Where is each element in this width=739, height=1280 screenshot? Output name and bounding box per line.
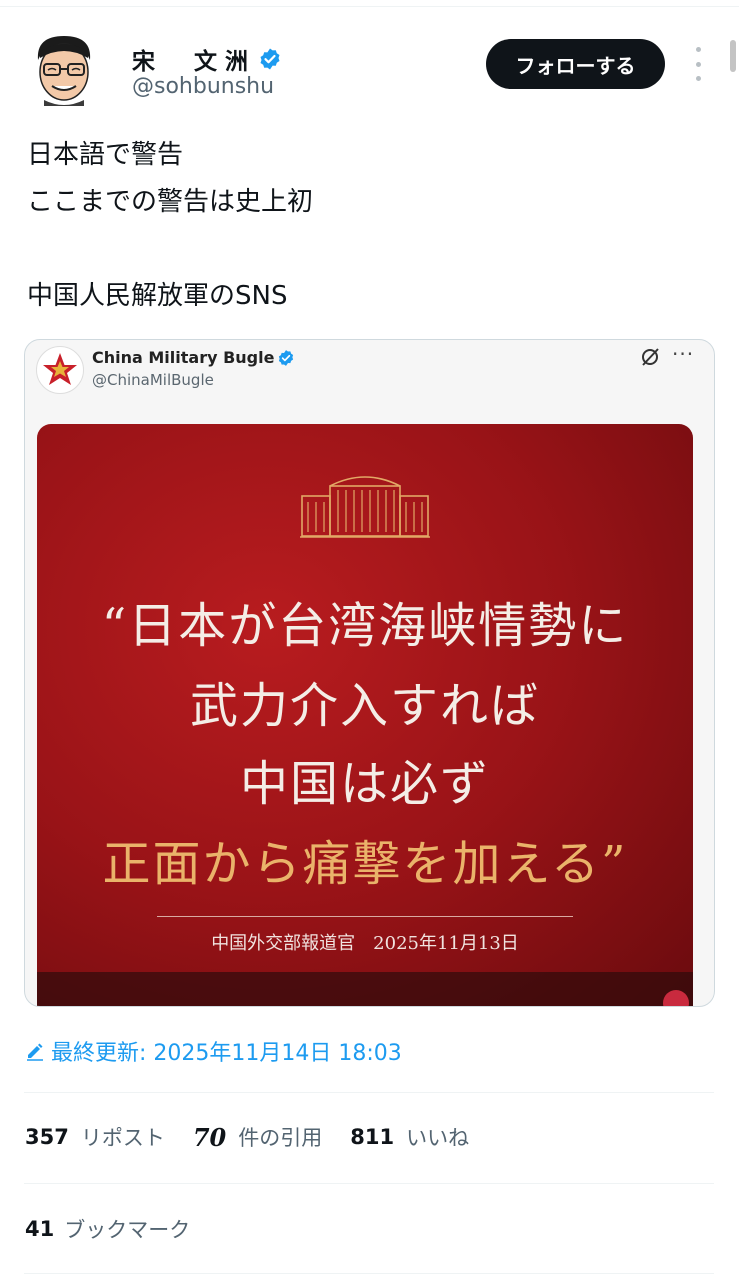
quoted-name-row: China Military Bugle bbox=[92, 348, 295, 367]
likes-count[interactable]: 811 bbox=[350, 1125, 394, 1149]
quoted-author-name: China Military Bugle bbox=[92, 348, 275, 367]
tweet-line: 日本語で警告 bbox=[27, 140, 184, 170]
poster-divider bbox=[157, 916, 573, 917]
author-avatar[interactable] bbox=[30, 30, 98, 106]
quotes-label[interactable]: 件の引用 bbox=[238, 1122, 322, 1152]
divider bbox=[24, 1273, 714, 1274]
scrollbar[interactable] bbox=[730, 40, 736, 72]
poster-quote-line: 中国は必ず bbox=[239, 756, 490, 812]
poster-image: “日本が台湾海峡情勢に 武力介入すれば 中国は必ず 正面から痛撃を加える” 中国… bbox=[37, 424, 693, 1006]
bookmarks-label[interactable]: ブックマーク bbox=[64, 1214, 190, 1244]
pencil-icon bbox=[27, 1043, 43, 1061]
poster-quote-line: “日本が台湾海峡情勢に bbox=[101, 598, 629, 654]
author-handle[interactable]: @sohbunshu bbox=[132, 74, 274, 99]
tweet-line: ここまでの警告は史上初 bbox=[27, 187, 314, 217]
verified-badge-icon bbox=[260, 48, 280, 70]
poster-bottom-band bbox=[37, 972, 693, 1006]
bookmarks-count[interactable]: 41 bbox=[25, 1217, 54, 1241]
divider bbox=[24, 1183, 714, 1184]
poster-quote-line: 武力介入すれば bbox=[189, 678, 540, 734]
grok-icon bbox=[642, 348, 659, 366]
reposts-count[interactable]: 357 bbox=[25, 1125, 69, 1149]
bookmarks-stat[interactable]: 41 ブックマーク bbox=[25, 1214, 190, 1244]
quoted-author-handle: @ChinaMilBugle bbox=[92, 371, 214, 389]
last-updated-link[interactable]: 最終更新: 2025年11月14日 18:03 bbox=[25, 1035, 402, 1067]
quotes-count[interactable]: 70 bbox=[193, 1123, 226, 1152]
last-updated-text[interactable]: 最終更新: 2025年11月14日 18:03 bbox=[51, 1035, 402, 1067]
poster-quote-line-highlight: 正面から痛撃を加える” bbox=[102, 836, 628, 892]
poster-attribution: 中国外交部報道官 2025年11月13日 bbox=[211, 933, 519, 954]
author-name-row[interactable]: 宋 文洲 bbox=[132, 42, 282, 76]
likes-label[interactable]: いいね bbox=[406, 1122, 469, 1152]
red-star-avatar bbox=[36, 346, 84, 394]
embedded-image-card[interactable]: China Military Bugle @ChinaMilBugle ··· bbox=[24, 339, 715, 1007]
tweet-line: 中国人民解放軍のSNS bbox=[27, 281, 288, 311]
author-name[interactable]: 宋 文洲 bbox=[132, 42, 256, 76]
tweet-text: 日本語で警告 ここまでの警告は史上初 中国人民解放軍のSNS bbox=[27, 132, 313, 320]
verified-badge-icon bbox=[279, 349, 294, 366]
engagement-stats: 357 リポスト 70 件の引用 811 いいね bbox=[25, 1122, 497, 1152]
quoted-more-icon: ··· bbox=[672, 342, 695, 366]
follow-button[interactable]: フォローする bbox=[486, 39, 665, 89]
reposts-label[interactable]: リポスト bbox=[81, 1122, 165, 1152]
divider bbox=[24, 1092, 714, 1093]
top-divider bbox=[0, 6, 739, 7]
more-options-icon[interactable] bbox=[688, 47, 708, 81]
ministry-building-icon bbox=[300, 476, 430, 538]
